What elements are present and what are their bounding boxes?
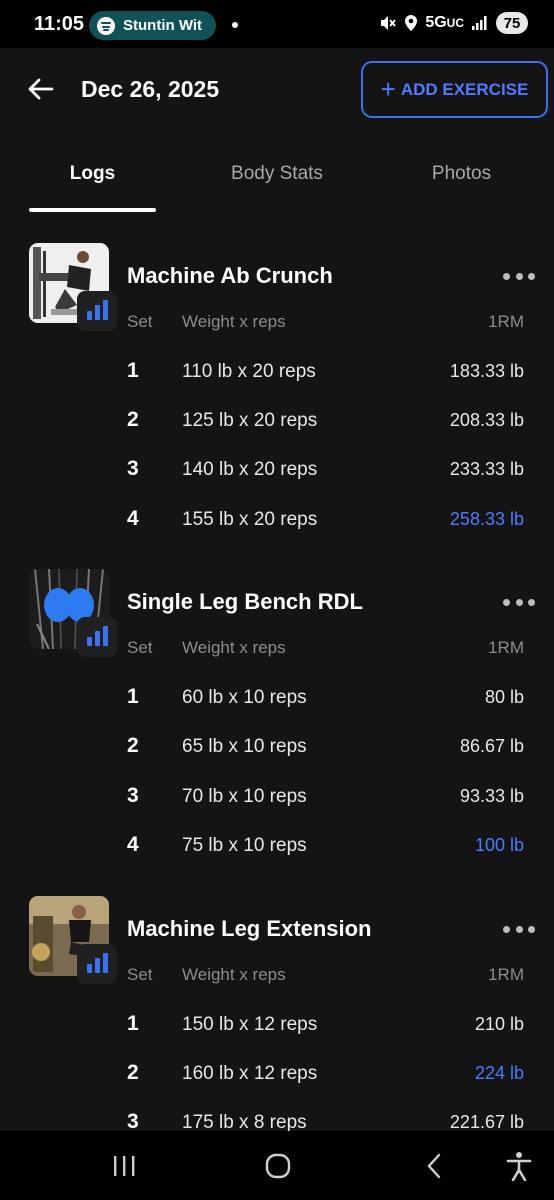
set-1rm: 208.33 lb xyxy=(449,410,524,430)
back-button[interactable] xyxy=(26,74,56,104)
column-header-1rm: 1RM xyxy=(488,312,524,331)
set-row[interactable]: 1 110 lb x 20 reps 183.33 lb xyxy=(0,359,554,389)
more-options-icon[interactable] xyxy=(503,268,535,284)
status-bar: 11:05 Stuntin Wit 5GUC 75 xyxy=(0,0,554,48)
tab-body-stats[interactable]: Body Stats xyxy=(214,163,340,185)
home-button[interactable] xyxy=(248,1131,308,1200)
column-header-1rm: 1RM xyxy=(488,965,524,984)
system-nav-bar xyxy=(0,1131,554,1200)
system-back-button[interactable] xyxy=(404,1131,464,1200)
accessibility-icon xyxy=(506,1151,532,1181)
set-1rm-best: 100 lb xyxy=(474,835,524,855)
accessibility-button[interactable] xyxy=(494,1131,544,1200)
page-title: Dec 26, 2025 xyxy=(81,76,220,102)
media-pill[interactable]: Stuntin Wit xyxy=(89,11,216,40)
signal-icon xyxy=(472,16,487,30)
column-header-weight-reps: Weight x reps xyxy=(182,965,286,984)
add-exercise-label: ADD EXERCISE xyxy=(400,79,529,99)
set-number: 2 xyxy=(127,1061,139,1084)
tab-bar: Logs Body Stats Photos xyxy=(0,150,554,212)
more-options-icon[interactable] xyxy=(503,594,535,610)
status-time: 11:05 xyxy=(34,13,85,35)
recent-apps-icon xyxy=(114,1155,135,1176)
set-1rm: 93.33 lb xyxy=(459,786,524,806)
set-row[interactable]: 1 150 lb x 12 reps 210 lb xyxy=(0,1012,554,1042)
exercise-title: Machine Leg Extension xyxy=(127,916,372,941)
column-header-set: Set xyxy=(127,312,153,331)
set-1rm: 80 lb xyxy=(484,687,524,707)
set-weight-reps: 155 lb x 20 reps xyxy=(182,509,318,530)
set-number: 3 xyxy=(127,784,139,807)
arrow-left-icon xyxy=(28,78,54,100)
exercise-title: Machine Ab Crunch xyxy=(127,263,333,288)
set-number: 4 xyxy=(127,833,139,856)
set-row[interactable]: 1 60 lb x 10 reps 80 lb xyxy=(0,685,554,715)
notification-dot-icon xyxy=(232,22,238,28)
tab-photos[interactable]: Photos xyxy=(398,163,525,185)
active-tab-indicator xyxy=(29,208,156,212)
column-header-weight-reps: Weight x reps xyxy=(182,312,286,331)
stats-chart-icon[interactable] xyxy=(77,617,117,657)
battery-indicator: 75 xyxy=(496,12,528,34)
set-weight-reps: 65 lb x 10 reps xyxy=(182,736,307,757)
home-icon xyxy=(265,1153,291,1178)
set-1rm: 86.67 lb xyxy=(459,736,524,756)
set-weight-reps: 110 lb x 20 reps xyxy=(182,361,316,382)
media-title: Stuntin Wit xyxy=(123,17,203,34)
set-number: 4 xyxy=(127,507,139,530)
exercise-title: Single Leg Bench RDL xyxy=(127,589,363,614)
set-number: 1 xyxy=(127,685,139,708)
set-1rm-best: 224 lb xyxy=(474,1063,524,1083)
tab-logs[interactable]: Logs xyxy=(29,163,156,185)
set-row[interactable]: 4 155 lb x 20 reps 258.33 lb xyxy=(0,507,554,537)
set-number: 2 xyxy=(127,734,139,757)
set-1rm: 233.33 lb xyxy=(449,459,524,479)
set-row[interactable]: 3 70 lb x 10 reps 93.33 lb xyxy=(0,784,554,814)
network-type: 5GUC xyxy=(425,14,464,31)
set-number: 1 xyxy=(127,1012,139,1035)
set-row[interactable]: 2 160 lb x 12 reps 224 lb xyxy=(0,1061,554,1091)
set-weight-reps: 75 lb x 10 reps xyxy=(182,835,307,856)
mute-icon xyxy=(381,16,397,30)
column-header-set: Set xyxy=(127,965,153,984)
set-number: 2 xyxy=(127,408,139,431)
recent-apps-button[interactable] xyxy=(94,1131,154,1200)
more-options-icon[interactable] xyxy=(503,921,535,937)
set-weight-reps: 60 lb x 10 reps xyxy=(182,687,307,708)
set-weight-reps: 150 lb x 12 reps xyxy=(182,1014,318,1035)
set-weight-reps: 140 lb x 20 reps xyxy=(182,459,318,480)
set-number: 3 xyxy=(127,457,139,480)
set-1rm: 221.67 lb xyxy=(449,1112,524,1132)
set-weight-reps: 125 lb x 20 reps xyxy=(182,410,318,431)
back-icon xyxy=(427,1153,441,1178)
set-1rm-best: 258.33 lb xyxy=(449,509,524,529)
stats-chart-icon[interactable] xyxy=(77,944,117,984)
set-weight-reps: 160 lb x 12 reps xyxy=(182,1063,318,1084)
location-icon xyxy=(405,15,418,31)
set-row[interactable]: 2 65 lb x 10 reps 86.67 lb xyxy=(0,734,554,764)
set-weight-reps: 70 lb x 10 reps xyxy=(182,786,307,807)
plus-icon: + xyxy=(380,73,396,104)
stats-chart-icon[interactable] xyxy=(77,291,117,331)
set-row[interactable]: 4 75 lb x 10 reps 100 lb xyxy=(0,833,554,863)
set-1rm: 183.33 lb xyxy=(449,361,524,381)
add-exercise-button[interactable]: + ADD EXERCISE xyxy=(361,61,548,118)
set-row[interactable]: 2 125 lb x 20 reps 208.33 lb xyxy=(0,408,554,438)
set-number: 1 xyxy=(127,359,139,382)
spotify-icon xyxy=(97,16,115,35)
column-header-set: Set xyxy=(127,638,153,657)
column-header-1rm: 1RM xyxy=(488,638,524,657)
column-header-weight-reps: Weight x reps xyxy=(182,638,286,657)
set-row[interactable]: 3 140 lb x 20 reps 233.33 lb xyxy=(0,457,554,487)
set-1rm: 210 lb xyxy=(474,1014,524,1034)
